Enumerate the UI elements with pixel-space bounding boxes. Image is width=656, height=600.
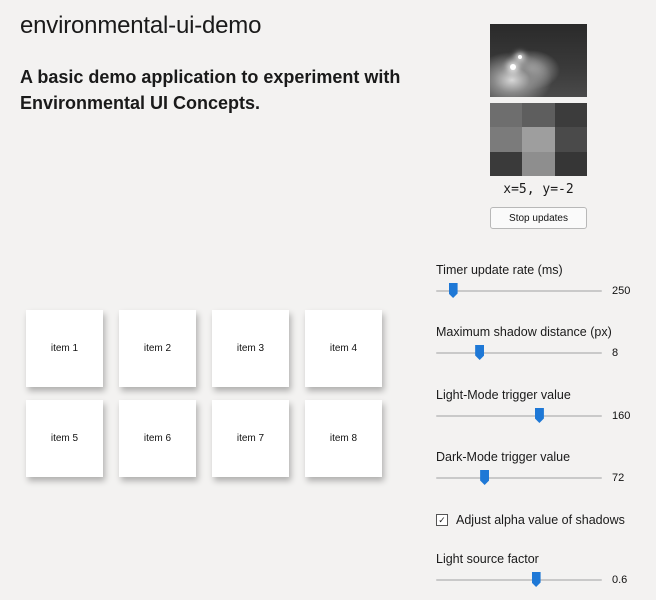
item-card: item 1 bbox=[26, 310, 103, 387]
max-shadow-distance-slider[interactable]: 8 bbox=[436, 345, 636, 361]
slider-track bbox=[436, 290, 602, 292]
grid-cell bbox=[522, 151, 555, 176]
dark-mode-trigger-slider[interactable]: 72 bbox=[436, 470, 636, 486]
grid-cell bbox=[522, 103, 555, 128]
app-subtitle: A basic demo application to experiment w… bbox=[20, 67, 401, 113]
adjust-alpha-checkbox-row[interactable]: ✓ Adjust alpha value of shadows bbox=[436, 513, 625, 527]
light-source-factor-value: 0.6 bbox=[612, 574, 628, 586]
timer-update-rate-value: 250 bbox=[612, 285, 631, 297]
adjust-alpha-label: Adjust alpha value of shadows bbox=[456, 513, 625, 527]
timer-update-rate-slider[interactable]: 250 bbox=[436, 283, 636, 299]
light-source-factor-slider[interactable]: 0.6 bbox=[436, 572, 636, 588]
slider-thumb[interactable] bbox=[480, 470, 490, 485]
light-mode-trigger-label: Light-Mode trigger value bbox=[436, 388, 571, 402]
item-card: item 3 bbox=[212, 310, 289, 387]
max-shadow-distance-label: Maximum shadow distance (px) bbox=[436, 325, 612, 339]
grid-cell bbox=[490, 151, 523, 176]
grid-cell bbox=[490, 103, 523, 128]
slider-track bbox=[436, 415, 602, 417]
max-shadow-distance-control: Maximum shadow distance (px) 8 bbox=[436, 325, 636, 361]
camera-light-spot bbox=[518, 55, 522, 59]
light-source-factor-label: Light source factor bbox=[436, 552, 539, 566]
item-card: item 4 bbox=[305, 310, 382, 387]
max-shadow-distance-value: 8 bbox=[612, 347, 619, 359]
light-source-factor-control: Light source factor 0.6 bbox=[436, 552, 636, 588]
slider-track bbox=[436, 579, 602, 581]
grid-cell bbox=[522, 127, 555, 152]
item-card: item 5 bbox=[26, 400, 103, 477]
slider-thumb[interactable] bbox=[534, 408, 544, 423]
item-card: item 2 bbox=[119, 310, 196, 387]
item-card: item 7 bbox=[212, 400, 289, 477]
item-card: item 6 bbox=[119, 400, 196, 477]
grid-cell bbox=[554, 151, 587, 176]
slider-thumb[interactable] bbox=[448, 283, 458, 298]
dark-mode-trigger-value: 72 bbox=[612, 472, 625, 484]
light-mode-trigger-value: 160 bbox=[612, 410, 631, 422]
grid-cell bbox=[554, 127, 587, 152]
camera-light-spot bbox=[510, 64, 516, 70]
brightness-grid-image bbox=[490, 103, 587, 176]
camera-feed-image bbox=[490, 24, 587, 97]
timer-update-rate-control: Timer update rate (ms) 250 bbox=[436, 263, 636, 299]
timer-update-rate-label: Timer update rate (ms) bbox=[436, 263, 563, 277]
stop-updates-button[interactable]: Stop updates bbox=[490, 207, 587, 229]
grid-cell bbox=[490, 127, 523, 152]
item-grid: item 1 item 2 item 3 item 4 item 5 item … bbox=[26, 310, 382, 477]
adjust-alpha-checkbox[interactable]: ✓ bbox=[436, 514, 448, 526]
grid-cell bbox=[554, 103, 587, 128]
app-title: environmental-ui-demo bbox=[20, 12, 262, 39]
slider-thumb[interactable] bbox=[531, 572, 541, 587]
light-mode-trigger-slider[interactable]: 160 bbox=[436, 408, 636, 424]
dark-mode-trigger-label: Dark-Mode trigger value bbox=[436, 450, 571, 464]
slider-track bbox=[436, 352, 602, 354]
light-mode-trigger-control: Light-Mode trigger value 160 bbox=[436, 388, 636, 424]
light-coordinates: x=5, y=-2 bbox=[503, 182, 574, 197]
slider-track bbox=[436, 477, 602, 479]
checkmark-icon: ✓ bbox=[438, 514, 446, 525]
slider-thumb[interactable] bbox=[475, 345, 485, 360]
item-card: item 8 bbox=[305, 400, 382, 477]
dark-mode-trigger-control: Dark-Mode trigger value 72 bbox=[436, 450, 636, 486]
